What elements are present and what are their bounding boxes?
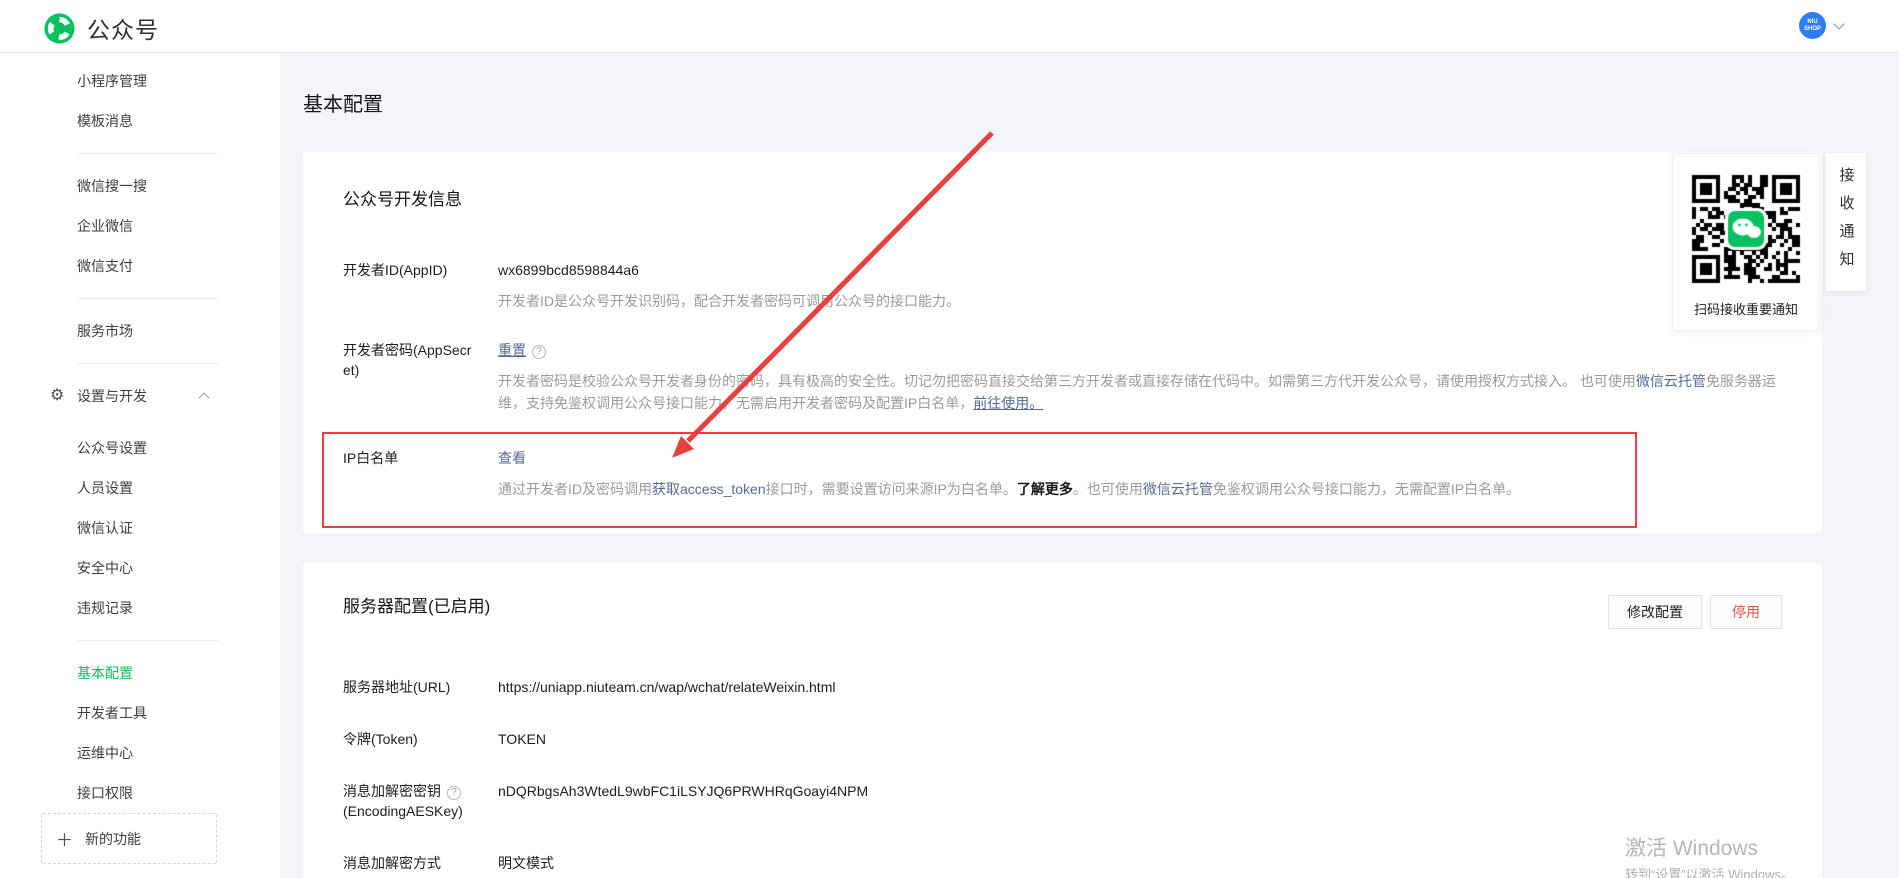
inline-link[interactable]: 微信云托管	[1636, 373, 1706, 389]
inline-text: 。也可使用	[1073, 481, 1143, 497]
new-feature-button[interactable]: ＋ 新的功能	[41, 813, 217, 864]
plus-icon: ＋	[56, 826, 73, 851]
sidebar-item-api-permissions[interactable]: 接口权限	[0, 773, 280, 813]
reset-appsecret-link[interactable]: 重置	[498, 342, 526, 358]
sidebar-divider	[77, 640, 218, 641]
token-row: 令牌(Token) TOKEN	[343, 729, 1782, 749]
sidebar-item-wechat-verification[interactable]: 微信认证	[0, 508, 280, 548]
sidebar-item-ops-center[interactable]: 运维中心	[0, 733, 280, 773]
brand-name: 公众号	[87, 11, 159, 45]
chevron-down-icon	[1833, 18, 1844, 29]
inline-link[interactable]: 获取access_token	[652, 481, 766, 497]
sidebar-item-label: 服务市场	[77, 321, 133, 341]
sidebar-item-wechat-pay[interactable]: 微信支付	[0, 246, 280, 286]
qr-notify-panel: 扫码接收重要通知	[1672, 153, 1820, 331]
view-ip-whitelist-link[interactable]: 查看	[498, 450, 526, 466]
disable-button[interactable]: 停用	[1710, 595, 1782, 629]
sidebar-item-template-message[interactable]: 模板消息	[0, 101, 280, 141]
top-header: 公众号 Niu Shop	[0, 0, 1899, 53]
ip-whitelist-label: IP白名单	[343, 448, 498, 468]
account-avatar[interactable]: Niu Shop	[1799, 12, 1826, 39]
inline-link[interactable]: 了解更多	[1017, 481, 1073, 497]
sidebar-item-service-market[interactable]: 服务市场	[0, 311, 280, 351]
sidebar-item-label: 微信认证	[77, 518, 133, 538]
server-config-card: 服务器配置(已启用) 修改配置 停用 服务器地址(URL) https://un…	[303, 563, 1822, 878]
brand[interactable]: 公众号	[44, 11, 159, 45]
server-url-row: 服务器地址(URL) https://uniapp.niuteam.cn/wap…	[343, 677, 1782, 697]
sidebar-item-settings-and-development[interactable]: ⚙ 设置与开发	[0, 376, 280, 416]
ip-whitelist-desc: 通过开发者ID及密码调用获取access_token接口时，需要设置访问来源IP…	[498, 478, 1782, 500]
sidebar-item-account-settings[interactable]: 公众号设置	[0, 428, 280, 468]
sidebar-item-label: 设置与开发	[77, 386, 147, 406]
modify-config-button[interactable]: 修改配置	[1608, 595, 1702, 629]
dev-info-card: 公众号开发信息 开发者ID(AppID) wx6899bcd8598844a6 …	[303, 152, 1822, 533]
gear-icon: ⚙	[50, 387, 64, 405]
sidebar-item-label: 接口权限	[77, 783, 133, 803]
receive-notify-label: 接收通知	[1836, 167, 1857, 291]
encrypt-mode-row: 消息加解密方式 明文模式	[343, 853, 1782, 873]
help-icon[interactable]: ?	[447, 786, 461, 800]
sidebar: 小程序管理模板消息微信搜一搜企业微信微信支付服务市场 ⚙ 设置与开发公众号设置人员设…	[0, 53, 280, 878]
server-config-title: 服务器配置(已启用)	[343, 595, 1782, 619]
sidebar-item-wecom[interactable]: 企业微信	[0, 206, 280, 246]
token-value: TOKEN	[498, 729, 1782, 749]
sidebar-item-label: 模板消息	[77, 111, 133, 131]
inline-text: 接口时，需要设置访问来源IP为白名单。	[766, 481, 1017, 497]
server-url-value: https://uniapp.niuteam.cn/wap/wchat/rela…	[498, 677, 1782, 697]
new-feature-label: 新的功能	[85, 829, 141, 849]
sidebar-item-wechat-search[interactable]: 微信搜一搜	[0, 166, 280, 206]
encrypt-mode-label: 消息加解密方式	[343, 853, 498, 873]
aeskey-value: nDQRbgsAh3WtedL9wbFC1iLSYJQ6PRWHRqGoayi4…	[498, 781, 1782, 801]
inline-link[interactable]: 前往使用。	[973, 395, 1043, 411]
dev-info-title: 公众号开发信息	[343, 188, 1782, 212]
appsecret-label: 开发者密码(AppSecret)	[343, 340, 498, 380]
inline-text: 免鉴权调用公众号接口能力，无需配置IP白名单。	[1213, 481, 1520, 497]
sidebar-nav: 小程序管理模板消息微信搜一搜企业微信微信支付服务市场 ⚙ 设置与开发公众号设置人员设…	[0, 53, 280, 813]
sidebar-item-security-center[interactable]: 安全中心	[0, 548, 280, 588]
sidebar-item-label: 违规记录	[77, 598, 133, 618]
sidebar-item-label: 公众号设置	[77, 438, 147, 458]
qr-caption: 扫码接收重要通知	[1673, 299, 1819, 318]
aeskey-label: 消息加解密密钥? (EncodingAESKey)	[343, 781, 498, 821]
qr-code	[1683, 166, 1809, 292]
sidebar-item-label: 开发者工具	[77, 703, 147, 723]
server-url-label: 服务器地址(URL)	[343, 677, 498, 697]
sidebar-item-staff-settings[interactable]: 人员设置	[0, 468, 280, 508]
sidebar-divider	[77, 153, 218, 154]
appsecret-desc: 开发者密码是校验公众号开发者身份的密码，具有极高的安全性。切记勿把密码直接交给第…	[498, 370, 1782, 414]
sidebar-item-label: 微信搜一搜	[77, 176, 147, 196]
sidebar-item-label: 安全中心	[77, 558, 133, 578]
sidebar-item-label: 运维中心	[77, 743, 133, 763]
help-icon[interactable]: ?	[532, 345, 546, 359]
account-menu[interactable]: Niu Shop	[1799, 12, 1843, 39]
appsecret-row: 开发者密码(AppSecret) 重置? 开发者密码是校验公众号开发者身份的密码…	[343, 340, 1782, 414]
token-label: 令牌(Token)	[343, 729, 498, 749]
chevron-up-icon	[198, 392, 209, 403]
sidebar-item-basic-config[interactable]: 基本配置	[0, 653, 280, 693]
page-title: 基本配置	[303, 88, 383, 117]
sidebar-item-label: 人员设置	[77, 478, 133, 498]
sidebar-divider	[77, 298, 218, 299]
sidebar-item-label: 小程序管理	[77, 71, 147, 91]
appid-desc: 开发者ID是公众号开发识别码，配合开发者密码可调用公众号的接口能力。	[498, 290, 1782, 312]
wechat-mp-logo-icon	[44, 13, 75, 44]
sidebar-item-developer-tools[interactable]: 开发者工具	[0, 693, 280, 733]
inline-text: 通过开发者ID及密码调用	[498, 481, 652, 497]
sidebar-item-label: 企业微信	[77, 216, 133, 236]
sidebar-item-label: 基本配置	[77, 663, 133, 683]
appid-row: 开发者ID(AppID) wx6899bcd8598844a6 开发者ID是公众…	[343, 260, 1782, 312]
encrypt-mode-value: 明文模式	[498, 853, 1782, 873]
sidebar-item-violation-records[interactable]: 违规记录	[0, 588, 280, 628]
aeskey-row: 消息加解密密钥? (EncodingAESKey) nDQRbgsAh3Wted…	[343, 781, 1782, 821]
mp-admin-page: 公众号 Niu Shop 小程序管理模板消息微信搜一搜企业微信微信支付服务市场 ⚙…	[0, 0, 1899, 878]
inline-text: 开发者密码是校验公众号开发者身份的密码，具有极高的安全性。切记勿把密码直接交给第…	[498, 373, 1636, 389]
appid-value: wx6899bcd8598844a6	[498, 260, 1782, 280]
sidebar-item-label: 微信支付	[77, 256, 133, 276]
ip-whitelist-row: IP白名单 查看 通过开发者ID及密码调用获取access_token接口时，需…	[343, 448, 1782, 500]
receive-notify-tab[interactable]: 接收通知	[1826, 153, 1866, 291]
sidebar-item-mini-program-management[interactable]: 小程序管理	[0, 61, 280, 101]
appid-label: 开发者ID(AppID)	[343, 260, 498, 280]
inline-link[interactable]: 微信云托管	[1143, 481, 1213, 497]
sidebar-divider	[77, 363, 218, 364]
